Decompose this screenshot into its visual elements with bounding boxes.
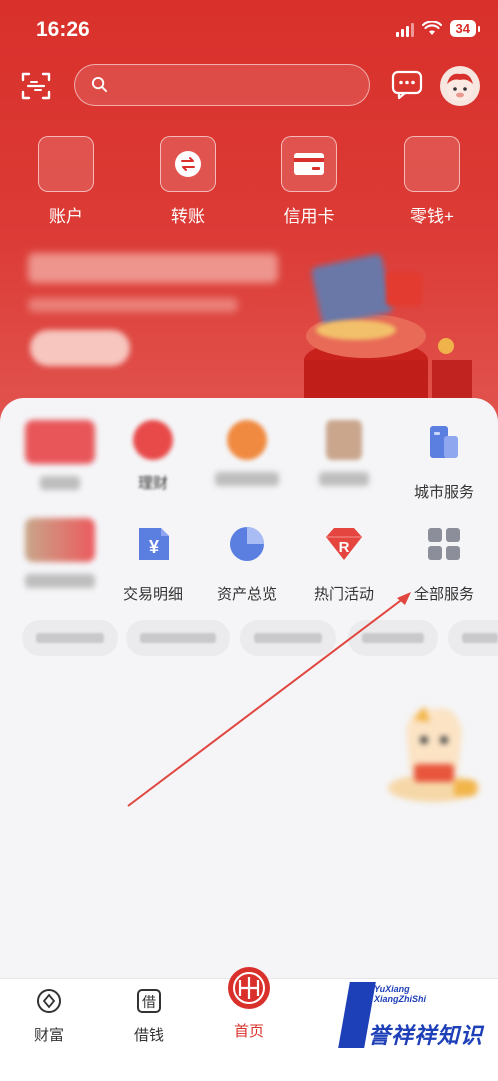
service-city-label: 城市服务	[413, 484, 474, 501]
quick-transfer[interactable]: 转账	[143, 136, 233, 227]
service-blurred-3[interactable]	[197, 420, 297, 486]
status-icons: 34	[395, 20, 481, 37]
search-input[interactable]	[115, 73, 359, 99]
chip-blurred-3[interactable]	[240, 620, 336, 656]
quick-credit-card-label: 信用卡	[283, 207, 335, 226]
scan-icon[interactable]	[20, 70, 52, 102]
account-icon	[38, 136, 94, 192]
borrow-tab-icon-char: 借	[142, 995, 156, 1011]
quick-account[interactable]: 账户	[21, 136, 111, 227]
chip-blurred-4[interactable]	[348, 620, 438, 656]
tab-wealth-label: 财富	[33, 1027, 64, 1044]
service-wealth-label: 理财	[137, 475, 168, 492]
search-icon	[91, 76, 108, 93]
wealth-icon	[133, 420, 173, 460]
service-all-services-label: 全部服务	[413, 586, 474, 603]
svg-text:¥: ¥	[149, 537, 159, 557]
message-icon[interactable]	[391, 70, 423, 100]
svg-text:R: R	[339, 539, 350, 556]
service-blurred-5-label	[10, 574, 110, 588]
search-bar[interactable]	[74, 64, 370, 106]
tab-home-label: 首页	[233, 1023, 264, 1040]
chip-blurred-2[interactable]	[126, 620, 230, 656]
quick-transfer-label: 转账	[171, 207, 205, 226]
service-transaction-detail-label: 交易明细	[122, 586, 183, 603]
quick-credit-card[interactable]: 信用卡	[264, 136, 354, 227]
promo-button-blurred[interactable]	[30, 330, 130, 366]
quick-account-label: 账户	[49, 207, 83, 226]
transfer-icon	[160, 136, 216, 192]
service-hot-activity-label: 热门活动	[313, 586, 374, 603]
service-blurred-4-label	[294, 472, 394, 486]
chip-blurred-1[interactable]	[22, 620, 118, 656]
tab-borrow-label: 借钱	[133, 1027, 164, 1044]
wealth-tab-icon	[37, 989, 61, 1013]
service-blurred-1-label	[10, 476, 110, 490]
service-hot-activity[interactable]: R 热门活动	[294, 522, 394, 604]
status-bar: 16:26 34	[0, 0, 498, 58]
service-asset-overview[interactable]: 资产总览	[197, 522, 297, 604]
grid-icon	[428, 528, 460, 560]
watermark-big-text: 誉祥祥知识	[368, 1023, 484, 1048]
blurred-icon	[25, 420, 95, 464]
quick-change[interactable]: 零钱+	[387, 136, 477, 227]
service-asset-overview-label: 资产总览	[216, 586, 277, 603]
tab-home[interactable]: 首页	[204, 965, 294, 1041]
quick-change-label: 零钱+	[410, 207, 454, 226]
floating-mascot[interactable]	[384, 700, 484, 805]
service-all-services[interactable]: 全部服务	[394, 522, 494, 604]
status-time: 16:26	[36, 18, 90, 41]
tab-borrow[interactable]: 借 借钱	[104, 987, 194, 1045]
gem-icon: R	[326, 528, 362, 560]
battery-icon: 34	[449, 20, 481, 37]
promo-subtitle-blurred	[28, 298, 238, 312]
header-banner: 16:26 34 账户 转账 信用卡 零钱+	[0, 0, 498, 430]
wifi-icon	[421, 20, 442, 35]
service-blurred-5[interactable]	[10, 518, 110, 588]
yen-document-icon: ¥	[139, 528, 169, 560]
service-wealth[interactable]: 理财	[103, 420, 203, 493]
service-city[interactable]: 城市服务	[394, 420, 494, 502]
service-transaction-detail[interactable]: ¥ 交易明细	[103, 522, 203, 604]
blurred-icon	[25, 518, 95, 562]
avatar[interactable]	[440, 66, 480, 106]
service-blurred-1[interactable]	[10, 420, 110, 490]
tab-wealth[interactable]: 财富	[4, 987, 94, 1045]
signal-icon	[395, 21, 414, 37]
blurred-icon	[326, 420, 362, 460]
watermark-small-text: YuXiang XiangZhiShi	[374, 984, 427, 1004]
chip-blurred-5[interactable]	[448, 620, 498, 656]
service-blurred-3-label	[197, 472, 297, 486]
watermark-logo: YuXiang XiangZhiShi 誉祥祥知识	[338, 980, 488, 1074]
borrow-tab-icon: 借	[137, 989, 161, 1013]
service-blurred-4[interactable]	[294, 420, 394, 486]
promo-title-blurred[interactable]	[28, 253, 278, 283]
city-service-icon	[430, 426, 458, 458]
change-icon	[404, 136, 460, 192]
blurred-icon	[227, 420, 267, 460]
pie-chart-icon	[230, 527, 264, 561]
promo-illustration	[304, 254, 472, 410]
credit-card-icon	[281, 136, 337, 192]
citic-logo-icon	[228, 967, 270, 1009]
